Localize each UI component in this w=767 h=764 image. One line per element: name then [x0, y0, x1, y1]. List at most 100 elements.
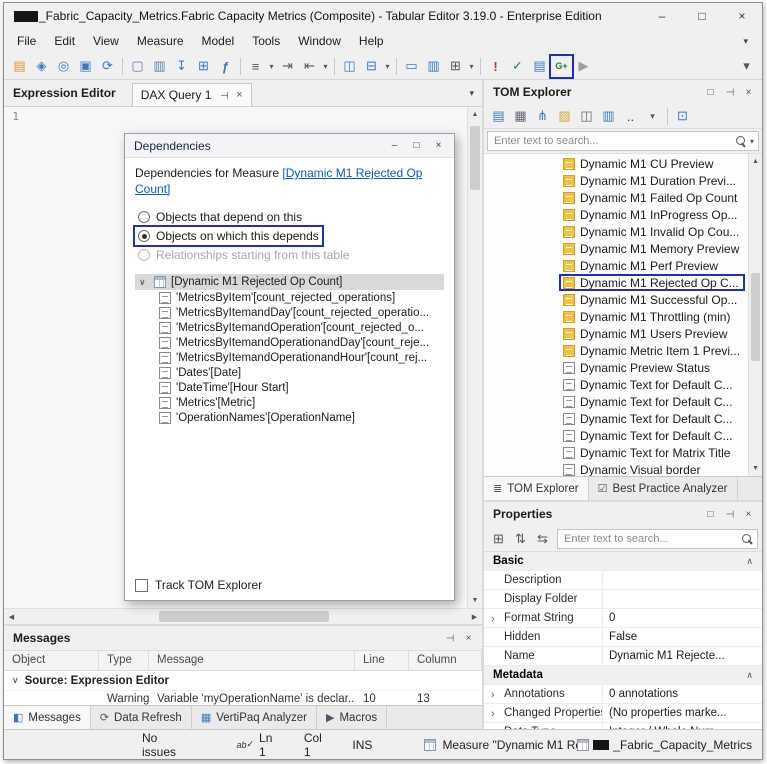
property-section-metadata[interactable]: Metadata ∧ — [484, 666, 762, 685]
dependency-node[interactable]: 'MetricsByItemandOperationandHour'[count… — [135, 350, 444, 365]
tom-item-dynamic-m1-duration-previ[interactable]: Dynamic M1 Duration Previ... — [484, 172, 748, 189]
property-value[interactable]: False — [602, 628, 762, 646]
check-model-button[interactable]: ✓ — [507, 56, 528, 77]
pivot-grid-button-caret[interactable]: ▾ — [383, 62, 392, 71]
message-row[interactable]: Warning Variable 'myOperationName' is dec… — [4, 691, 482, 705]
dependency-node[interactable]: 'Dates'[Date] — [135, 365, 444, 380]
dialog-maximize-button[interactable]: □ — [407, 137, 426, 154]
layout-button[interactable]: ⊞ — [445, 56, 466, 77]
dialog-title-bar[interactable]: Dependencies – □ × — [125, 134, 454, 158]
tom-item-dynamic-preview-status[interactable]: Dynamic Preview Status — [484, 359, 748, 376]
search-options-icon[interactable]: ▾ — [750, 137, 754, 146]
property-value[interactable]: (No properties marke... — [602, 704, 762, 722]
tab-macros[interactable]: ▶ Macros — [317, 706, 388, 729]
track-tom-checkbox[interactable] — [135, 578, 148, 592]
close-tab-icon[interactable]: × — [236, 89, 242, 101]
tab-tom-explorer[interactable]: ≣ TOM Explorer — [484, 477, 589, 500]
tom-item-dynamic-visual-border[interactable]: Dynamic Visual border — [484, 461, 748, 476]
radio-option-objects-on-which-this-depends[interactable]: Objects on which this depends — [133, 225, 324, 248]
tom-search-input[interactable] — [494, 135, 733, 147]
share-button[interactable]: ◎ — [53, 56, 74, 77]
vertical-scroll-track[interactable] — [749, 169, 762, 461]
tom-item-dynamic-m1-cu-preview[interactable]: Dynamic M1 CU Preview — [484, 155, 748, 172]
tom-item-dynamic-m1-successful-op[interactable]: Dynamic M1 Successful Op... — [484, 291, 748, 308]
tom-item-dynamic-text-for-matrix-title[interactable]: Dynamic Text for Matrix Title — [484, 444, 748, 461]
editor-overflow-icon[interactable]: ▾ — [469, 88, 482, 99]
property-format-string[interactable]: › Format String 0 — [484, 609, 762, 628]
scroll-right-icon[interactable]: ▶ — [467, 609, 482, 624]
chevron-down-icon[interactable]: ∨ — [12, 675, 19, 686]
property-annotations[interactable]: › Annotations 0 annotations — [484, 685, 762, 704]
property-changed-properties[interactable]: › Changed Properties (No properties marke.… — [484, 704, 762, 723]
pin-icon[interactable]: ⊤ — [721, 83, 739, 102]
vertical-scroll-thumb[interactable] — [751, 273, 760, 361]
deploy-button[interactable]: ◈ — [31, 56, 52, 77]
scroll-left-icon[interactable]: ◀ — [4, 609, 19, 624]
menu-tools[interactable]: Tools — [243, 30, 289, 52]
tab-best-practice-analyzer[interactable]: ☑ Best Practice Analyzer — [589, 477, 738, 500]
indent-button[interactable]: ⇥ — [277, 56, 298, 77]
expand-collapse-button[interactable]: ⇆ — [532, 528, 553, 549]
tab-messages[interactable]: ◧ Messages — [4, 706, 91, 729]
format-dax-button[interactable]: ≡ — [245, 56, 266, 77]
tom-scrollbar[interactable]: ▲ ▼ — [748, 154, 762, 476]
layout-button-caret[interactable]: ▾ — [467, 62, 476, 71]
open-model-button[interactable]: ▤ — [9, 56, 30, 77]
float-panel-icon[interactable]: □ — [701, 83, 720, 101]
tom-item-dynamic-text-for-default-c[interactable]: Dynamic Text for Default C... — [484, 376, 748, 393]
pivot-grid-button[interactable]: ⊟ — [361, 56, 382, 77]
menu-view[interactable]: View — [84, 30, 128, 52]
tab-vertipaq-analyzer[interactable]: ▦ VertiPaq Analyzer — [192, 706, 317, 729]
tab-data-refresh[interactable]: ⟳ Data Refresh — [91, 706, 192, 729]
expand-icon[interactable]: › — [491, 689, 495, 700]
collapse-icon[interactable]: ∧ — [746, 556, 762, 567]
editor-vertical-scrollbar[interactable]: ▲ ▼ — [467, 107, 482, 608]
run-button[interactable]: ▶ — [573, 56, 594, 77]
dependency-node[interactable]: 'MetricsByItemandOperationandDay'[count_… — [135, 335, 444, 350]
radio-button[interactable] — [138, 230, 150, 243]
property-value[interactable]: 0 annotations — [602, 685, 762, 703]
column-header-message[interactable]: Message — [149, 651, 355, 670]
dependency-node[interactable]: 'MetricsByItem'[count_rejected_operation… — [135, 290, 444, 305]
radio-option-relationships-starting-from-this-table[interactable]: Relationships starting from this table — [135, 246, 352, 264]
column-header-line[interactable]: Line — [355, 651, 409, 670]
vertical-scroll-track[interactable] — [468, 122, 482, 593]
property-description[interactable]: Description — [484, 571, 762, 590]
documentation-button[interactable]: ▤ — [529, 56, 550, 77]
editor-horizontal-scrollbar[interactable]: ◀ ▶ — [4, 608, 482, 624]
relationships-button[interactable]: ⋔ — [532, 106, 553, 127]
menubar-overflow-icon[interactable]: ▾ — [743, 36, 758, 47]
dependency-node[interactable]: 'Metrics'[Metric] — [135, 395, 444, 410]
goto-button[interactable]: G+ — [549, 53, 574, 79]
messages-view-button[interactable]: ▥ — [423, 56, 444, 77]
scroll-down-icon[interactable]: ▼ — [749, 461, 762, 476]
comment-button[interactable]: ▭ — [401, 56, 422, 77]
property-value[interactable] — [602, 571, 762, 589]
menu-measure[interactable]: Measure — [128, 30, 193, 52]
horizontal-scroll-track[interactable] — [19, 609, 467, 624]
minimize-button[interactable]: – — [642, 3, 682, 29]
property-hidden[interactable]: Hidden False — [484, 628, 762, 647]
radio-option-objects-that-depend-on-this[interactable]: Objects that depend on this — [135, 208, 305, 226]
dax-script-button[interactable]: ƒ — [215, 56, 236, 77]
partitions-button[interactable]: ◫ — [576, 106, 597, 127]
tom-item-dynamic-m1-failed-op-count[interactable]: Dynamic M1 Failed Op Count — [484, 189, 748, 206]
expand-icon[interactable]: › — [491, 613, 495, 624]
dependency-node[interactable]: 'MetricsByItemandDay'[count_rejected_ope… — [135, 305, 444, 320]
tables-view-button[interactable]: ▦ — [510, 106, 531, 127]
model-view-button[interactable]: ▤ — [488, 106, 509, 127]
expand-icon[interactable]: › — [491, 708, 495, 719]
dialog-minimize-button[interactable]: – — [385, 137, 404, 154]
toolbar-overflow-button[interactable]: ▾ — [736, 56, 757, 77]
tom-item-dynamic-text-for-default-c[interactable]: Dynamic Text for Default C... — [484, 393, 748, 410]
import-button[interactable]: ↧ — [171, 56, 192, 77]
property-name[interactable]: Name Dynamic M1 Rejecte... — [484, 647, 762, 666]
sync-selection-button[interactable]: ⊡ — [672, 106, 693, 127]
tom-item-dynamic-text-for-default-c[interactable]: Dynamic Text for Default C... — [484, 427, 748, 444]
scroll-up-icon[interactable]: ▲ — [468, 107, 482, 122]
properties-search-input[interactable] — [564, 532, 739, 545]
column-header-object[interactable]: Object — [4, 651, 99, 670]
view-options-caret[interactable]: ▾ — [642, 106, 663, 127]
dependency-node[interactable]: 'MetricsByItemandOperation'[count_reject… — [135, 320, 444, 335]
vertical-scroll-thumb[interactable] — [470, 126, 480, 190]
